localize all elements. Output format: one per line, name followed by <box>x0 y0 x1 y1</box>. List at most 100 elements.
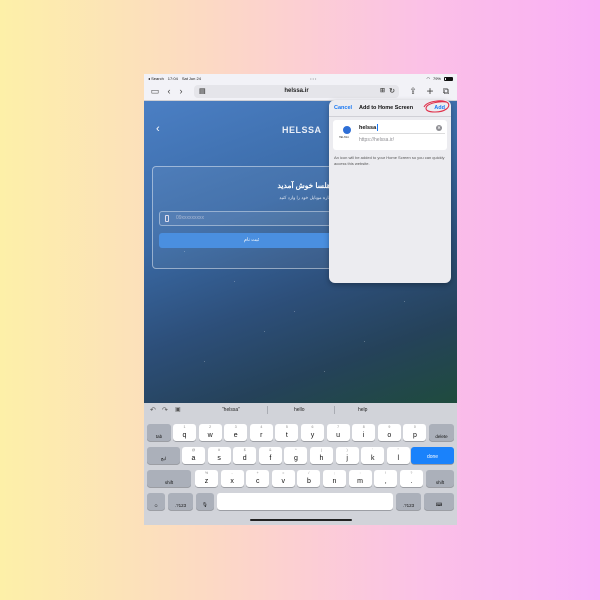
app-icon-label: HELSSA <box>339 136 349 139</box>
key-comma[interactable]: !, <box>374 470 398 487</box>
key-s[interactable]: # s <box>207 447 231 464</box>
numbers-key-right[interactable]: .?123 <box>396 493 421 510</box>
key-p[interactable]: 0p <box>403 424 427 441</box>
numbers-key-left[interactable]: .?123 <box>168 493 193 510</box>
key-label: .?123 <box>174 503 187 508</box>
key-label: w <box>207 432 213 439</box>
key-w[interactable]: 2w <box>198 424 222 441</box>
clear-text-icon[interactable]: ✕ <box>436 125 442 131</box>
key-t[interactable]: 5t <box>275 424 299 441</box>
page-menu-icon[interactable]: ▤ <box>199 85 206 98</box>
page-back-chevron-icon[interactable]: ‹ <box>156 123 160 135</box>
key-label: d <box>242 455 247 462</box>
key-g[interactable]: * g <box>284 447 308 464</box>
key-b[interactable]: / b <box>297 470 321 487</box>
key-j[interactable]: ) j <box>335 447 359 464</box>
key-label: shift <box>164 480 174 485</box>
ipad-screen: ◂ Search 17:04 Sat Jun 24 ••• ◠ 79% ▭ ‹ … <box>144 74 457 525</box>
phone-input[interactable]: 09xxxxxxxxx <box>159 211 344 226</box>
forward-arrow-icon[interactable]: › <box>176 86 186 96</box>
tab-key[interactable]: tab <box>147 424 171 441</box>
key-r[interactable]: 4r <box>249 424 273 441</box>
key-l[interactable]: " l <box>386 447 410 464</box>
keyboard-hide-icon[interactable]: ⌨ <box>424 493 454 510</box>
shift-key-right[interactable]: shift <box>426 470 454 487</box>
key-label: c <box>255 478 260 485</box>
key-label: j <box>346 455 348 462</box>
key-label: ☺ <box>153 503 159 508</box>
suggestion-3[interactable]: help <box>358 407 367 413</box>
signup-button[interactable]: ثبت نام <box>159 233 344 248</box>
key-d[interactable]: $ d <box>233 447 257 464</box>
key-label: t <box>285 432 288 439</box>
reload-icon[interactable]: ↻ <box>389 85 395 98</box>
key-i[interactable]: 8i <box>352 424 376 441</box>
share-icon[interactable]: ⇪ <box>408 86 418 96</box>
key-e[interactable]: 3e <box>224 424 248 441</box>
key-n[interactable]: ; n <box>323 470 346 487</box>
emoji-icon[interactable]: ☺ <box>147 493 165 510</box>
key-f[interactable]: & f <box>258 447 282 464</box>
key-alt-label: 4 <box>260 425 263 429</box>
safari-toolbar: ▭ ‹ › ▤ helssa.ir ⊞ ↻ ⇪ + ⧉ <box>144 83 457 101</box>
key-label: 🎙 <box>202 502 208 507</box>
multitask-dots-icon[interactable]: ••• <box>310 76 317 81</box>
new-tab-icon[interactable]: + <box>425 85 435 97</box>
key-label: h <box>319 455 324 462</box>
key-alt-label: $ <box>243 448 246 452</box>
key-label: b <box>306 478 311 485</box>
done-key[interactable]: done <box>411 447 454 464</box>
key-z[interactable]: % z <box>195 470 218 487</box>
back-to-app-link[interactable]: ◂ Search <box>148 76 164 81</box>
key-label: x <box>230 478 234 485</box>
sidebar-icon[interactable]: ▭ <box>150 86 160 96</box>
key-y[interactable]: 6y <box>301 424 324 441</box>
key-h[interactable]: (h <box>310 447 333 464</box>
key-label: a <box>191 455 196 462</box>
key-label: shift <box>435 480 445 485</box>
key-label: k <box>370 455 375 462</box>
key-period[interactable]: ?. <box>399 470 423 487</box>
battery-percent: 79% <box>432 76 441 81</box>
key-c[interactable]: + c <box>246 470 270 487</box>
paste-icon[interactable]: ▣ <box>175 406 181 413</box>
cancel-button[interactable]: Cancel <box>334 105 352 111</box>
suggestion-2[interactable]: hello <box>294 407 305 413</box>
space-bar[interactable] <box>217 493 393 510</box>
redo-icon[interactable]: ↷ <box>162 406 168 414</box>
key-v[interactable]: = v <box>271 470 295 487</box>
add-to-home-popover: Cancel Add to Home Screen Add HELSSA hel… <box>329 100 451 283</box>
language-key[interactable]: ابج <box>147 447 180 464</box>
key-label: . <box>410 478 413 485</box>
key-m[interactable]: :m <box>348 470 372 487</box>
key-u[interactable]: 7u <box>326 424 350 441</box>
key-alt-label: 9 <box>388 425 391 429</box>
reader-icon[interactable]: ⊞ <box>380 85 385 98</box>
key-label: tab <box>155 434 163 439</box>
key-label: .?123 <box>402 503 415 508</box>
key-x[interactable]: -x <box>220 470 244 487</box>
key-o[interactable]: 9o <box>377 424 401 441</box>
key-alt-label: 8 <box>362 425 365 429</box>
address-bar[interactable]: ▤ helssa.ir ⊞ ↻ <box>194 85 399 98</box>
key-label: , <box>384 478 387 485</box>
key-alt-label: " <box>397 448 399 452</box>
undo-icon[interactable]: ↶ <box>150 406 156 414</box>
back-arrow-icon[interactable]: ‹ <box>164 86 174 96</box>
key-label: f <box>269 455 272 462</box>
key-k[interactable]: ' k <box>361 447 385 464</box>
key-alt-label: = <box>282 471 285 475</box>
tabs-overview-icon[interactable]: ⧉ <box>441 86 451 96</box>
key-label: y <box>310 432 315 439</box>
shortcut-name-input[interactable]: helssa ✕ <box>359 122 445 134</box>
delete-key[interactable]: delete <box>429 424 454 441</box>
popover-header: Cancel Add to Home Screen Add <box>329 100 451 117</box>
key-q[interactable]: 1q <box>173 424 196 441</box>
shift-key-left[interactable]: shift <box>147 470 191 487</box>
key-a[interactable]: @ a <box>182 447 205 464</box>
mic-icon[interactable]: 🎙 <box>196 493 214 510</box>
site-app-icon: HELSSA <box>338 124 356 144</box>
home-indicator <box>250 519 352 521</box>
key-label: v <box>281 478 286 485</box>
suggestion-1[interactable]: “helssa” <box>222 407 240 413</box>
